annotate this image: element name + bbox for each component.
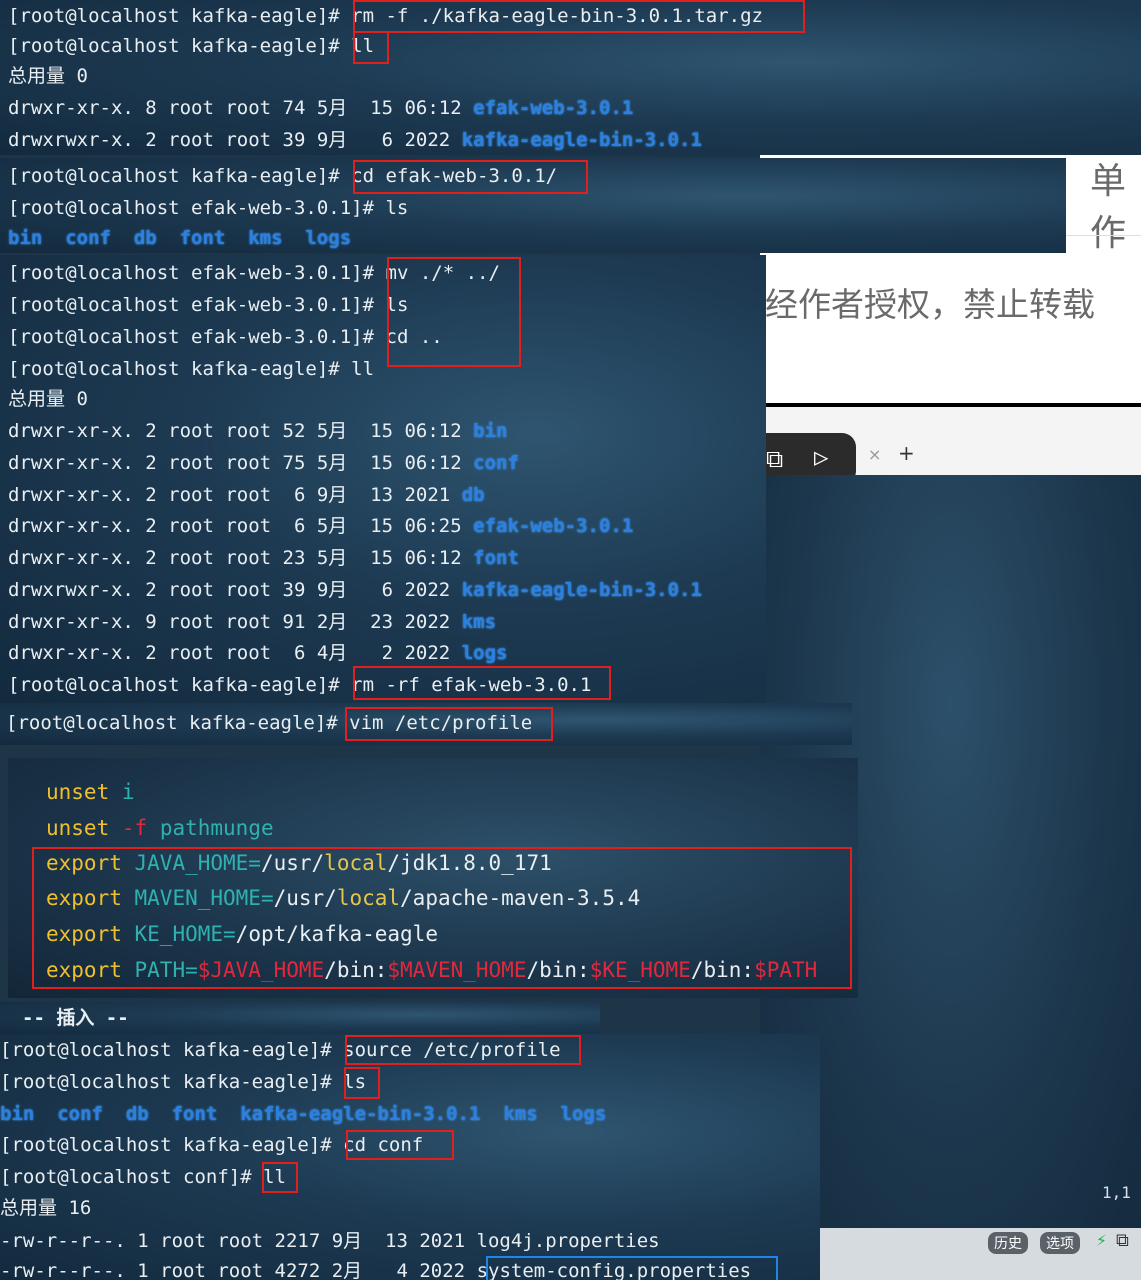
terminal-line: [root@localhost kafka-eagle]# ls: [0, 1066, 366, 1098]
keyword: unset: [46, 780, 110, 804]
listing-row: drwxr-xr-x. 2 root root 52 5月 15 06:12 b…: [8, 415, 507, 447]
prompt: [root@localhost kafka-eagle]#: [0, 1134, 344, 1156]
file-meta: drwxr-xr-x. 2 root root 6 9月 13 2021: [8, 484, 462, 506]
file-meta: drwxr-xr-x. 2 root root 6 4月 2 2022: [8, 642, 462, 664]
options-button[interactable]: 选项: [1040, 1232, 1080, 1254]
argument: i: [121, 780, 135, 804]
dir-name: font: [473, 547, 519, 569]
prompt: [root@localhost efak-web-3.0.1]#: [8, 326, 386, 348]
listing-row: drwxr-xr-x. 8 root root 74 5月 15 06:12 e…: [8, 92, 633, 124]
terminal-line: [root@localhost kafka-eagle]# ll: [8, 358, 375, 380]
listing-row: drwxr-xr-x. 2 root root 23 5月 15 06:12 f…: [8, 542, 519, 574]
prompt: [root@localhost kafka-eagle]#: [8, 674, 352, 696]
dir-name: efak-web-3.0.1: [473, 97, 634, 119]
dir-name: logs: [461, 642, 508, 664]
ai-video-icon[interactable]: ▷: [814, 443, 828, 471]
listing-row: -rw-r--r--. 1 root root 2217 9月 13 2021 …: [0, 1230, 660, 1252]
dir-name: efak-web-3.0.1: [473, 515, 634, 537]
file-meta: drwxr-xr-x. 2 root root 23 5月 15 06:12: [8, 547, 474, 569]
article-title-fragment: 单作: [1090, 161, 1127, 254]
highlight-box: [353, 0, 805, 33]
highlight-box: [344, 1067, 380, 1099]
file-meta: -rw-r--r--. 1 root root 4272 2月 4 2022: [0, 1260, 477, 1280]
prompt: [root@localhost efak-web-3.0.1]#: [8, 262, 386, 284]
highlight-box: [346, 1130, 454, 1160]
dir-name: bin: [473, 420, 508, 442]
highlight-box: [345, 1035, 581, 1065]
terminal-line: [root@localhost kafka-eagle]# ll: [8, 30, 374, 62]
terminal-panel-4: [root@localhost kafka-eagle]# vim /etc/p…: [0, 703, 852, 745]
terminal-line: 总用量 16: [0, 1197, 92, 1219]
terminal-line: 总用量 0: [8, 65, 88, 87]
dir-listing: bin conf db font kafka-eagle-bin-3.0.1 k…: [0, 1103, 607, 1125]
file-meta: drwxr-xr-x. 2 root root 52 5月 15 06:12: [8, 420, 474, 442]
terminal-line: [root@localhost conf]# ll: [0, 1161, 286, 1193]
vim-mode: -- 插入 --: [22, 1007, 129, 1029]
lightning-icon: ⚡: [1096, 1230, 1107, 1251]
history-button[interactable]: 历史: [988, 1232, 1028, 1254]
file-meta: drwxrwxr-x. 2 root root 39 9月 6 2022: [8, 579, 462, 601]
prompt: [root@localhost efak-web-3.0.1]#: [8, 294, 386, 316]
vim-editor: unset i unset -f pathmunge export JAVA_H…: [8, 758, 858, 998]
vim-line: unset i: [46, 774, 135, 810]
terminal-line: [root@localhost efak-web-3.0.1]# ls: [8, 197, 409, 219]
tab-add-icon[interactable]: +: [898, 441, 915, 465]
listing-row: drwxr-xr-x. 2 root root 6 5月 15 06:25 ef…: [8, 510, 633, 542]
highlight-box: [353, 666, 611, 700]
prompt: [root@localhost kafka-eagle]#: [8, 35, 352, 57]
highlight-box: [353, 31, 389, 64]
prompt: [root@localhost kafka-eagle]#: [6, 712, 350, 734]
file-meta: drwxr-xr-x. 2 root root 75 5月 15 06:12: [8, 452, 474, 474]
file-meta: drwxr-xr-x. 8 root root 74 5月 15 06:12: [8, 97, 474, 119]
prompt: [root@localhost conf]#: [0, 1166, 264, 1188]
dir-name: db: [461, 484, 485, 506]
copy-icon[interactable]: ⧉: [1116, 1230, 1129, 1251]
file-meta: drwxrwxr-x. 2 root root 39 9月 6 2022: [8, 129, 462, 151]
vim-status-bar: -- 插入 --: [0, 1002, 600, 1034]
highlight-box: [262, 1162, 298, 1193]
terminal-panel-3: [root@localhost efak-web-3.0.1]# mv ./* …: [0, 255, 766, 703]
listing-row: drwxrwxr-x. 2 root root 39 9月 6 2022 kaf…: [8, 124, 702, 155]
dir-name: conf: [473, 452, 519, 474]
prompt: [root@localhost kafka-eagle]#: [0, 1071, 344, 1093]
listing-row: drwxr-xr-x. 2 root root 6 4月 2 2022 logs: [8, 637, 507, 669]
highlight-box: [387, 257, 521, 367]
terminal-panel-5: [root@localhost kafka-eagle]# source /et…: [0, 1034, 820, 1280]
dir-name: kafka-eagle-bin-3.0.1: [461, 579, 702, 601]
flag: -f: [121, 816, 148, 840]
listing-row: drwxr-xr-x. 2 root root 6 9月 13 2021 db: [8, 479, 485, 511]
background-tabbar: ⧉ ▷ × +: [760, 407, 1141, 485]
terminal-panel-2: [root@localhost kafka-eagle]# cd efak-we…: [0, 158, 1066, 253]
terminal-panel-1: [root@localhost kafka-eagle]# rm -f ./ka…: [0, 0, 1141, 155]
split-view-icon[interactable]: ⧉: [766, 445, 783, 473]
listing-row: drwxr-xr-x. 2 root root 75 5月 15 06:12 c…: [8, 447, 519, 479]
listing-row: drwxrwxr-x. 2 root root 39 9月 6 2022 kaf…: [8, 574, 702, 606]
terminal-line: [root@localhost efak-web-3.0.1]# ls: [8, 289, 408, 321]
prompt: [root@localhost kafka-eagle]#: [8, 165, 352, 187]
highlight-box: [353, 160, 588, 194]
file-meta: drwxr-xr-x. 2 root root 6 5月 15 06:25: [8, 515, 474, 537]
vim-line: unset -f pathmunge: [46, 810, 274, 846]
prompt: [root@localhost kafka-eagle]#: [8, 5, 352, 27]
highlight-box: [345, 707, 553, 741]
keyword: unset: [46, 816, 110, 840]
argument: pathmunge: [159, 816, 274, 840]
dir-listing: bin conf db font kms logs: [8, 227, 352, 249]
file-meta: drwxr-xr-x. 9 root root 91 2月 23 2022: [8, 611, 462, 633]
dir-name: kms: [461, 611, 497, 633]
tab-close-icon[interactable]: ×: [868, 445, 881, 464]
listing-row: drwxr-xr-x. 9 root root 91 2月 23 2022 km…: [8, 606, 496, 638]
copyright-notice: 经作者授权，禁止转载: [765, 285, 1095, 324]
highlight-box-blue: [486, 1256, 778, 1280]
terminal-line: 总用量 0: [8, 388, 88, 410]
article-divider: [1060, 235, 1141, 236]
cursor-position: 1,1: [1102, 1183, 1131, 1202]
highlight-box: [32, 847, 852, 989]
prompt: [root@localhost kafka-eagle]#: [0, 1039, 344, 1061]
dir-name: kafka-eagle-bin-3.0.1: [461, 129, 702, 151]
terminal-line: [root@localhost efak-web-3.0.1]# cd ..: [8, 321, 443, 353]
